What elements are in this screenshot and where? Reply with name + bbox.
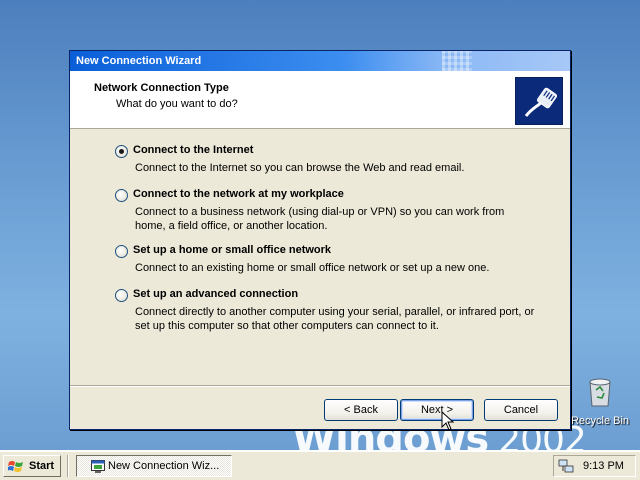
option-description: Connect to a business network (using dia… [135, 206, 505, 232]
radio-home-network[interactable] [115, 245, 128, 258]
taskbar-item-new-connection-wizard[interactable]: New Connection Wiz... [76, 455, 232, 477]
button-divider [70, 385, 570, 387]
recycle-bin-shortcut[interactable]: Recycle Bin [568, 376, 632, 427]
wizard-body: Connect to the Internet Connect to the I… [70, 130, 570, 386]
option-label: Set up a home or small office network [133, 244, 332, 256]
window-titlebar[interactable]: New Connection Wizard [70, 51, 570, 71]
radio-advanced-connection[interactable] [115, 289, 128, 302]
clock[interactable]: 9:13 PM [583, 460, 624, 472]
window-title: New Connection Wizard [76, 55, 202, 67]
option-description: Connect to an existing home or small off… [135, 262, 490, 274]
network-cable-icon [515, 77, 563, 125]
network-connection-icon[interactable] [558, 459, 574, 474]
cancel-button[interactable]: Cancel [484, 399, 558, 421]
option-description: Connect to the Internet so you can brows… [135, 162, 465, 174]
taskbar-item-label: New Connection Wiz... [108, 460, 220, 472]
start-button[interactable]: Start [3, 455, 61, 477]
recycle-bin-icon [589, 378, 611, 407]
recycle-bin-label: Recycle Bin [570, 415, 630, 427]
taskbar: Start New Connection Wiz... 9:13 PM [0, 450, 640, 480]
radio-connect-workplace[interactable] [115, 189, 128, 202]
radio-connect-internet[interactable] [115, 145, 128, 158]
wizard-page-title: Network Connection Type [94, 82, 229, 94]
option-label: Connect to the network at my workplace [133, 188, 344, 200]
wizard-window-icon [91, 460, 105, 473]
start-label: Start [29, 460, 55, 472]
back-button[interactable]: < Back [324, 399, 398, 421]
next-button[interactable]: Next > [400, 399, 474, 421]
desktop: Windows 2002 Recycle Bin New Connection W… [0, 0, 640, 450]
titlebar-decoration [442, 51, 472, 71]
system-tray: 9:13 PM [553, 455, 636, 477]
new-connection-wizard-window: New Connection Wizard Network Connection… [69, 50, 571, 430]
wizard-header: Network Connection Type What do you want… [70, 71, 570, 129]
option-label: Set up an advanced connection [133, 288, 299, 300]
mouse-pointer-icon [441, 411, 455, 431]
wizard-page-subtitle: What do you want to do? [116, 98, 238, 110]
windows-logo-icon [8, 461, 23, 472]
taskbar-separator [67, 455, 69, 477]
option-description: Connect directly to another computer usi… [135, 306, 535, 332]
option-label: Connect to the Internet [133, 144, 254, 156]
